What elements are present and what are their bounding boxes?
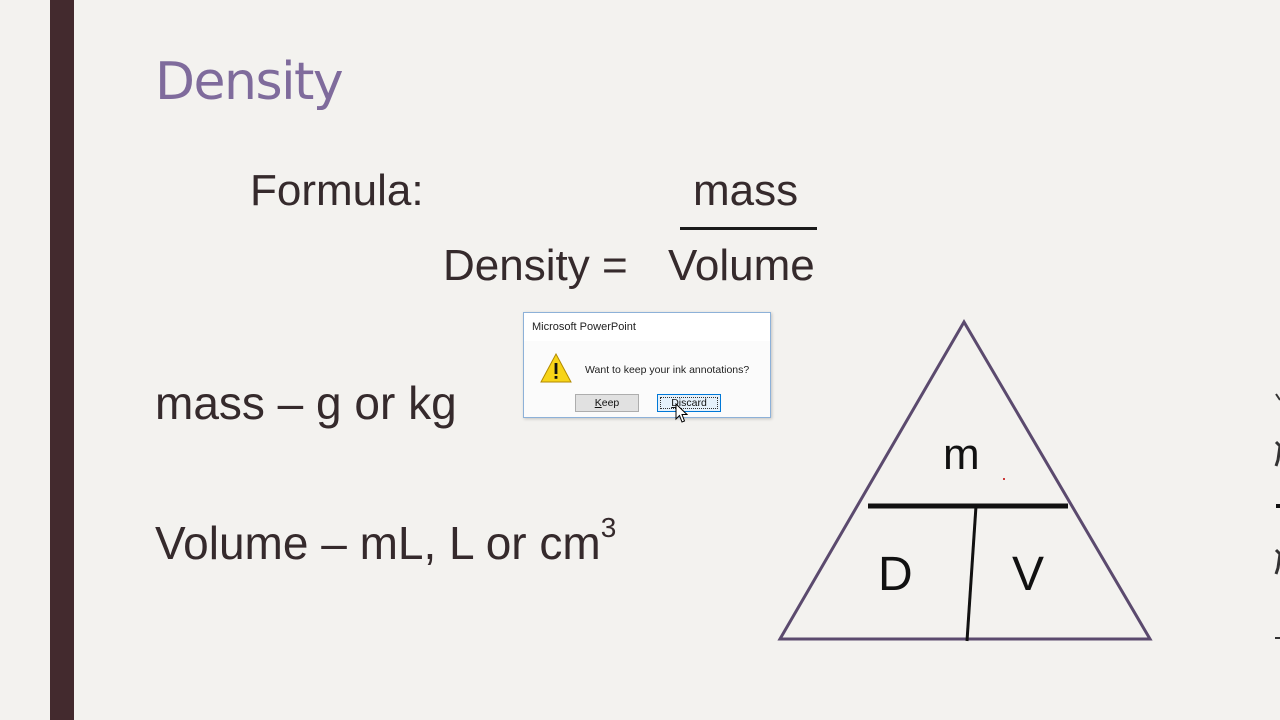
slide-accent-bar [50, 0, 74, 720]
triangle-density-label: D [878, 548, 913, 601]
triangle-mass-label: m [943, 430, 980, 479]
ink-dot [1003, 478, 1005, 480]
triangle-outline [777, 319, 1153, 641]
formula-numerator: mass [693, 166, 799, 215]
volume-units-text: Volume – mL, L or cm [155, 517, 601, 569]
keep-button-mnemonic: K [594, 397, 602, 409]
triangle-volume-label: V [1012, 548, 1044, 601]
keep-button[interactable]: Keep [575, 394, 639, 412]
mass-units-text: mass – g or kg [155, 377, 457, 429]
formula-label: Formula: [250, 166, 424, 215]
fraction-line [680, 227, 817, 230]
density-triangle: m D V [777, 319, 1153, 642]
clipped-content-marks [1274, 393, 1280, 639]
formula-lhs: Density = [443, 241, 628, 290]
keep-button-label: eep [601, 397, 620, 409]
focus-ring [660, 397, 718, 409]
mouse-cursor-icon [675, 403, 688, 423]
warning-icon [540, 353, 572, 383]
keep-ink-dialog: Microsoft PowerPoint Want to keep your i… [523, 312, 771, 418]
dialog-message: Want to keep your ink annotations? [585, 364, 750, 376]
dialog-body: Want to keep your ink annotations? Keep … [524, 341, 770, 417]
formula-denominator: Volume [668, 241, 815, 290]
volume-units-exponent: 3 [600, 511, 617, 543]
slide-title: Density [155, 52, 344, 112]
triangle-vertical-divider [965, 505, 978, 642]
discard-button[interactable]: Discard [657, 394, 721, 412]
volume-units-line: Volume – mL, L or cm3 [155, 512, 616, 570]
dialog-title: Microsoft PowerPoint [532, 321, 636, 333]
